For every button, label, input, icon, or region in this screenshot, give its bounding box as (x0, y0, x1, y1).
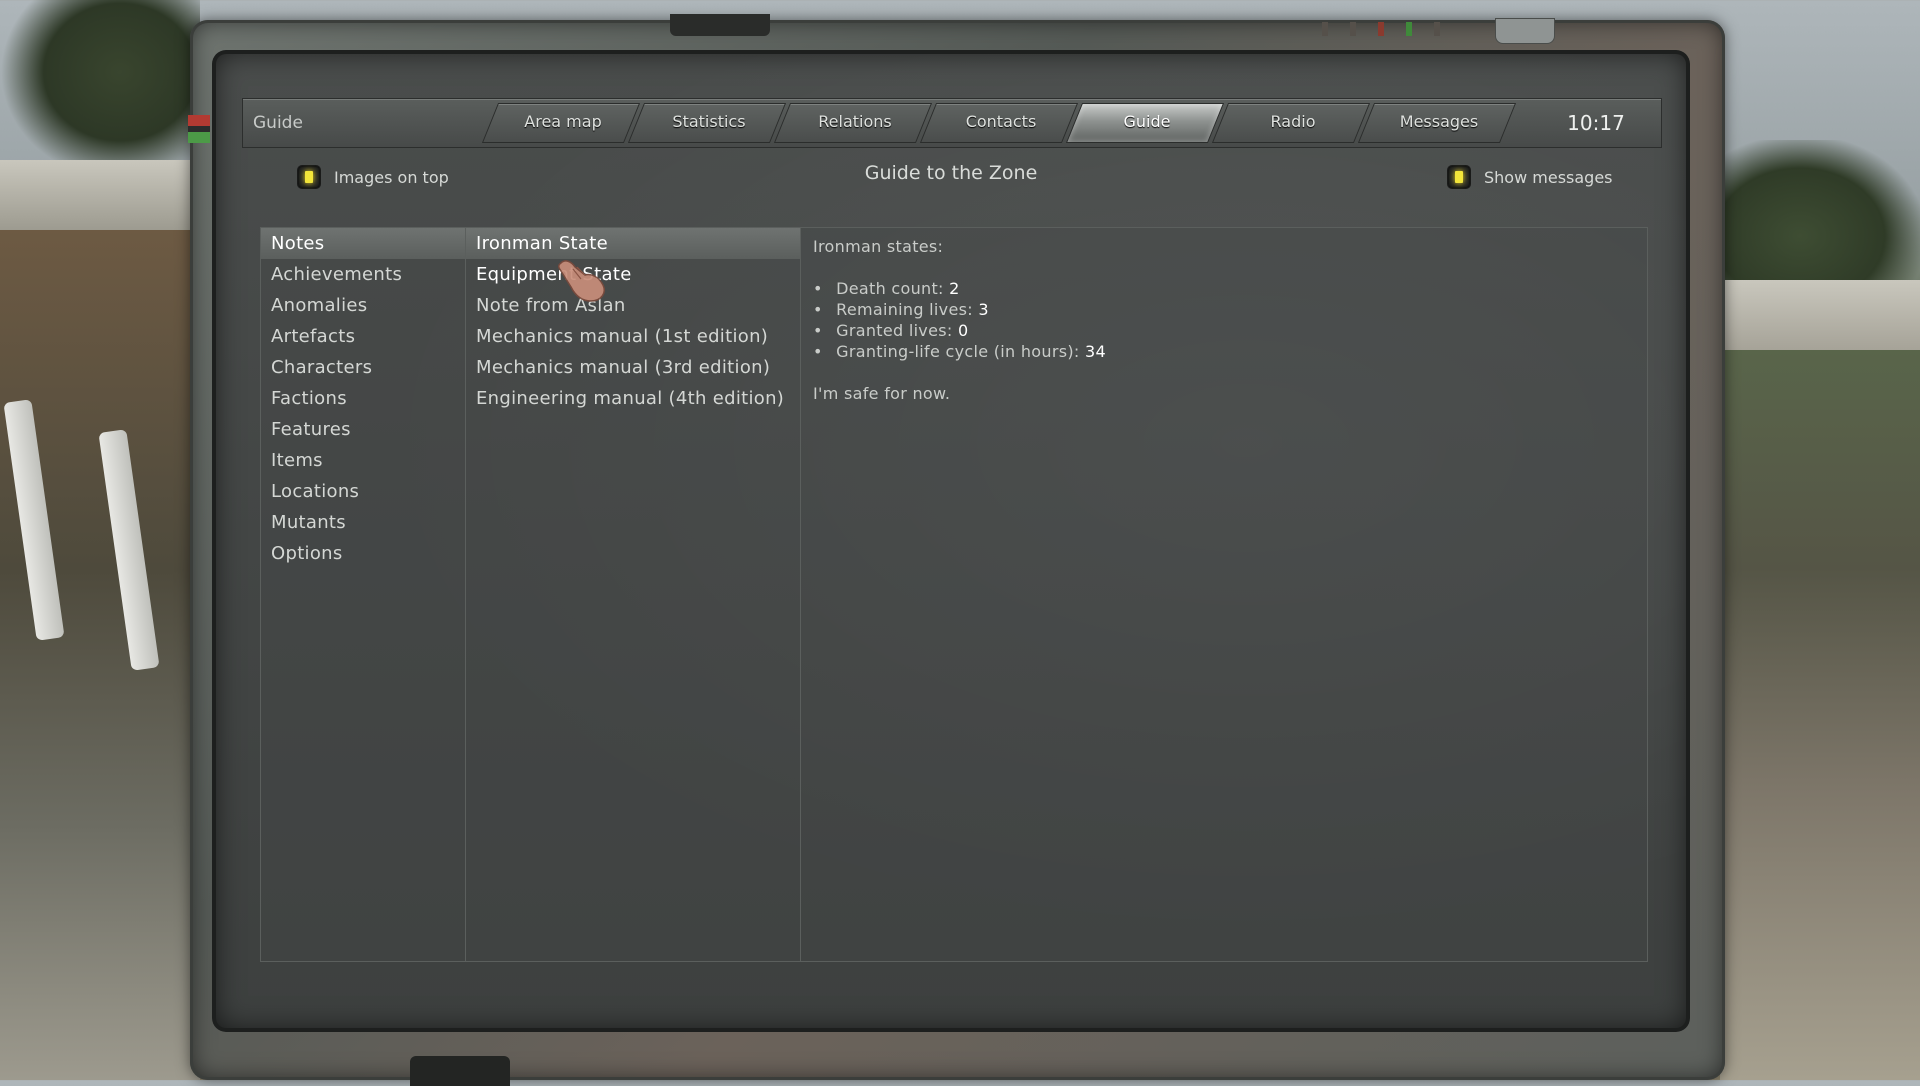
article-panel: Ironman states: Death count: 2 Remaining… (801, 228, 1647, 961)
pda-device: Guide Area map Statistics Relations Cont… (188, 14, 1725, 1086)
tab-relations[interactable]: Relations (782, 99, 928, 147)
category-anomalies[interactable]: Anomalies (261, 290, 465, 321)
category-items[interactable]: Items (261, 445, 465, 476)
tab-messages[interactable]: Messages (1366, 99, 1512, 147)
pda-top-clip (670, 14, 770, 36)
clock: 10:17 (1567, 111, 1625, 135)
hand-cursor-icon (558, 260, 605, 302)
tab-statistics[interactable]: Statistics (636, 99, 782, 147)
entry-note-from-aslan[interactable]: Note from Aslan (466, 290, 800, 321)
background-trees-right (1720, 140, 1920, 300)
tab-area-map[interactable]: Area map (490, 99, 636, 147)
category-artefacts[interactable]: Artefacts (261, 321, 465, 352)
pda-power-button[interactable] (1495, 18, 1555, 44)
pda-header-bar: Guide Area map Statistics Relations Cont… (242, 98, 1662, 148)
show-messages-checkbox[interactable] (1448, 166, 1470, 188)
background-ground-right (1720, 350, 1920, 1080)
images-on-top-checkbox[interactable] (298, 166, 320, 188)
category-characters[interactable]: Characters (261, 352, 465, 383)
stat-remaining-lives: Remaining lives: 3 (813, 299, 1635, 320)
guide-subheader: Guide to the Zone Images on top Show mes… (242, 150, 1660, 210)
tab-guide[interactable]: Guide (1074, 99, 1220, 147)
show-messages-label: Show messages (1484, 167, 1613, 187)
background-wall-left (0, 160, 200, 230)
category-features[interactable]: Features (261, 414, 465, 445)
pda-side-indicator (188, 115, 210, 143)
pda-screen: Guide Area map Statistics Relations Cont… (212, 50, 1690, 1032)
category-mutants[interactable]: Mutants (261, 507, 465, 538)
entry-mechanics-manual-1st[interactable]: Mechanics manual (1st edition) (466, 321, 800, 352)
article-body: Ironman states: Death count: 2 Remaining… (801, 228, 1647, 412)
pda-indicator-lights (1322, 22, 1440, 36)
tab-contacts[interactable]: Contacts (928, 99, 1074, 147)
pda-bottom-clip (410, 1056, 510, 1086)
category-list: Notes Achievements Anomalies Artefacts C… (261, 228, 466, 961)
category-achievements[interactable]: Achievements (261, 259, 465, 290)
background-trees-left (0, 0, 200, 180)
entry-list: Ironman State Equipment State Note from … (466, 228, 801, 961)
section-title: Guide (253, 113, 303, 133)
article-closing: I'm safe for now. (813, 384, 951, 403)
stat-granting-life-cycle: Granting-life cycle (in hours): 34 (813, 341, 1635, 362)
category-factions[interactable]: Factions (261, 383, 465, 414)
category-notes[interactable]: Notes (261, 228, 465, 259)
images-on-top-label: Images on top (334, 167, 449, 187)
category-options[interactable]: Options (261, 538, 465, 569)
tab-radio[interactable]: Radio (1220, 99, 1366, 147)
show-messages-toggle[interactable]: Show messages (1448, 166, 1613, 188)
background-wall-right (1720, 280, 1920, 350)
category-locations[interactable]: Locations (261, 476, 465, 507)
entry-equipment-state[interactable]: Equipment State (466, 259, 800, 290)
article-heading: Ironman states: (813, 237, 944, 256)
entry-engineering-manual-4th[interactable]: Engineering manual (4th edition) (466, 383, 800, 414)
images-on-top-toggle[interactable]: Images on top (298, 166, 449, 188)
background-ground-left (0, 230, 200, 1080)
entry-ironman-state[interactable]: Ironman State (466, 228, 800, 259)
guide-content: Notes Achievements Anomalies Artefacts C… (260, 227, 1648, 962)
stat-death-count: Death count: 2 (813, 278, 1635, 299)
pda-tabs: Area map Statistics Relations Contacts G… (490, 99, 1512, 147)
entry-mechanics-manual-3rd[interactable]: Mechanics manual (3rd edition) (466, 352, 800, 383)
stat-granted-lives: Granted lives: 0 (813, 320, 1635, 341)
